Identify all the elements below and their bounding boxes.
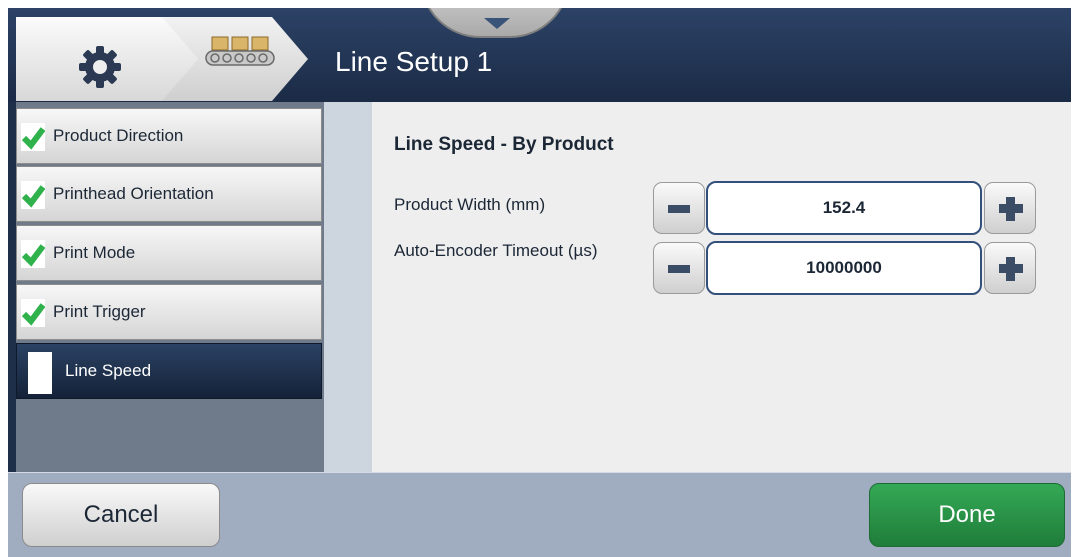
minus-icon bbox=[668, 265, 690, 273]
auto-encoder-timeout-label: Auto-Encoder Timeout (µs) bbox=[394, 241, 598, 260]
header: Line Setup 1 bbox=[8, 8, 1071, 102]
pulldown-tab[interactable] bbox=[420, 8, 570, 38]
checkmark-icon bbox=[21, 123, 45, 151]
auto-encoder-timeout-increment-button[interactable] bbox=[984, 242, 1036, 294]
checkmark-icon bbox=[21, 240, 45, 268]
sidebar-item-label: Product Direction bbox=[53, 126, 184, 145]
sidebar-item-printhead-orientation[interactable]: Printhead Orientation bbox=[16, 166, 322, 222]
product-width-field[interactable]: 152.4 bbox=[706, 181, 982, 235]
minus-icon bbox=[668, 205, 690, 213]
checkmark-icon bbox=[21, 299, 45, 327]
panel-divider bbox=[324, 102, 372, 472]
sidebar-item-product-direction[interactable]: Product Direction bbox=[16, 108, 322, 164]
checkmark-icon bbox=[21, 181, 45, 209]
sidebar-item-print-mode[interactable]: Print Mode bbox=[16, 225, 322, 281]
sidebar: Product Direction Printhead Orientation … bbox=[16, 102, 324, 472]
cancel-button[interactable]: Cancel bbox=[22, 483, 220, 547]
product-width-decrement-button[interactable] bbox=[653, 182, 705, 234]
sidebar-item-label: Print Trigger bbox=[53, 302, 146, 321]
settings-panel: Line Speed - By Product Product Width (m… bbox=[324, 102, 1071, 472]
page-title: Line Setup 1 bbox=[335, 46, 493, 77]
gear-icon bbox=[78, 45, 122, 89]
auto-encoder-timeout-decrement-button[interactable] bbox=[653, 242, 705, 294]
sidebar-item-label: Line Speed bbox=[65, 361, 152, 380]
app-window: Line Setup 1 Product Direction Printhead… bbox=[8, 8, 1071, 557]
sidebar-item-label: Printhead Orientation bbox=[53, 184, 214, 203]
product-width-label: Product Width (mm) bbox=[394, 195, 546, 214]
section-title: Line Speed - By Product bbox=[394, 134, 614, 155]
auto-encoder-timeout-field[interactable]: 10000000 bbox=[706, 241, 982, 295]
conveyor-icon bbox=[200, 33, 280, 83]
sidebar-item-line-speed[interactable]: Line Speed bbox=[16, 343, 322, 399]
footer: Cancel Done bbox=[8, 472, 1071, 557]
done-button[interactable]: Done bbox=[869, 483, 1065, 547]
sidebar-item-label: Print Mode bbox=[53, 243, 136, 262]
chevron-down-icon bbox=[484, 18, 510, 29]
product-width-increment-button[interactable] bbox=[984, 182, 1036, 234]
sidebar-item-print-trigger[interactable]: Print Trigger bbox=[16, 284, 322, 340]
active-indicator bbox=[28, 352, 52, 394]
breadcrumb-settings[interactable] bbox=[16, 17, 198, 101]
